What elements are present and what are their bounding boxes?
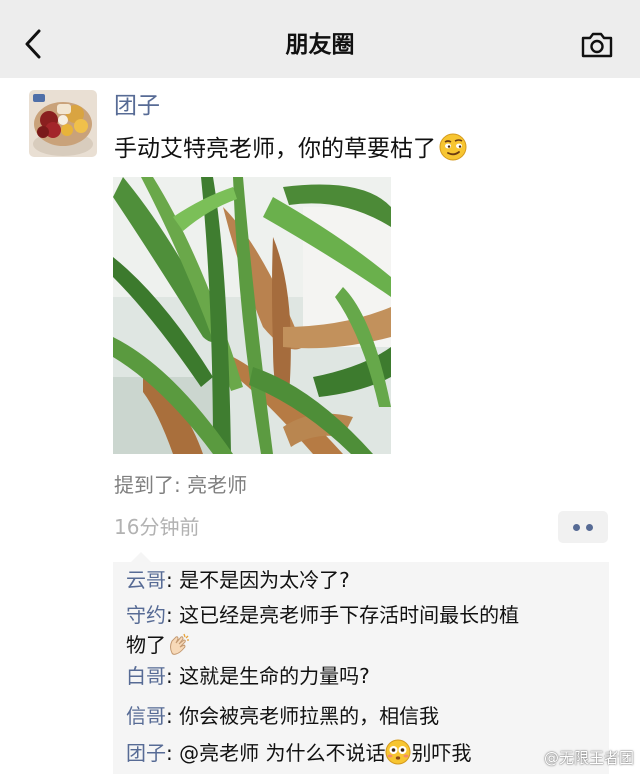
comment-separator: :	[166, 664, 180, 688]
clapping-hands-emoji-icon	[166, 631, 192, 665]
comment-text: 你会被亮老师拉黑的，相信我	[179, 704, 440, 728]
comment-author[interactable]: 守约	[126, 603, 166, 627]
comment-item[interactable]: 守约: 这已经是亮老师手下存活时间最长的植 物了	[126, 600, 596, 665]
more-dot-icon	[573, 523, 580, 531]
mentioned-line: 提到了: 亮老师	[114, 473, 248, 497]
top-navbar: 朋友圈	[0, 0, 640, 78]
moment-post: 团子 手动艾特亮老师，你的草要枯了 提到了: 亮老师 16分钟前 云哥: 是不是…	[0, 78, 640, 774]
flushed-face-emoji-icon	[385, 739, 411, 773]
comment-text: @亮老师 为什么不说话	[179, 741, 386, 765]
comment-text: 这就是生命的力量吗?	[179, 664, 370, 688]
post-photo[interactable]	[113, 177, 391, 454]
watermark: @无限王者团	[543, 749, 634, 767]
comment-item[interactable]: 团子: @亮老师 为什么不说话 别吓我	[126, 738, 596, 773]
more-options-button[interactable]	[558, 511, 608, 543]
comment-separator: :	[166, 568, 180, 592]
comment-item[interactable]: 云哥: 是不是因为太冷了?	[126, 565, 596, 595]
comment-author[interactable]: 团子	[126, 741, 166, 765]
comment-separator: :	[166, 603, 180, 627]
post-text: 手动艾特亮老师，你的草要枯了	[114, 130, 468, 174]
chevron-left-icon	[25, 29, 41, 59]
comments-panel: 云哥: 是不是因为太冷了? 守约: 这已经是亮老师手下存活时间最长的植 物了 白哥…	[113, 552, 609, 774]
post-timestamp: 16分钟前	[114, 515, 200, 539]
avatar[interactable]	[29, 90, 97, 157]
comment-text-continued: 别吓我	[411, 741, 472, 765]
more-dot-icon	[586, 523, 593, 531]
comment-item[interactable]: 白哥: 这就是生命的力量吗?	[126, 661, 596, 691]
comment-text-continued: 物了	[126, 633, 166, 657]
post-author-name[interactable]: 团子	[114, 90, 160, 122]
comment-author[interactable]: 信哥	[126, 704, 166, 728]
comment-text: 这已经是亮老师手下存活时间最长的植	[179, 603, 520, 627]
page-title: 朋友圈	[285, 32, 355, 58]
comment-text: 是不是因为太冷了?	[179, 568, 350, 592]
camera-icon	[581, 32, 613, 58]
comment-item[interactable]: 信哥: 你会被亮老师拉黑的，相信我	[126, 701, 596, 731]
comment-author[interactable]: 白哥	[126, 664, 166, 688]
camera-button[interactable]	[580, 31, 614, 59]
back-button[interactable]	[16, 24, 50, 64]
comment-separator: :	[166, 741, 180, 765]
post-text-content: 手动艾特亮老师，你的草要枯了	[114, 136, 436, 162]
comment-separator: :	[166, 704, 180, 728]
comment-author[interactable]: 云哥	[126, 568, 166, 592]
comments-arrow	[131, 552, 151, 562]
smirk-face-emoji-icon	[438, 132, 468, 174]
